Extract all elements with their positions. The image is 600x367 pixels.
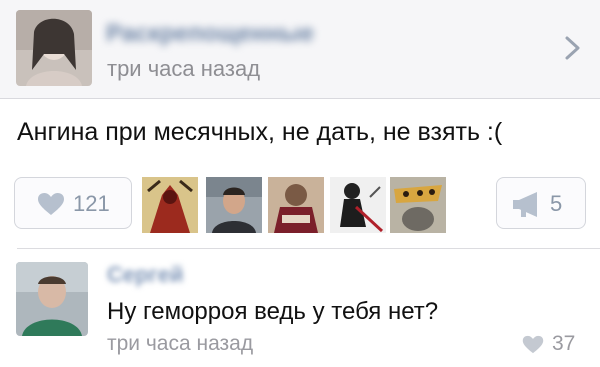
chevron-right-icon[interactable] — [562, 34, 584, 62]
commenter-avatar[interactable] — [16, 262, 88, 336]
like-button[interactable]: 121 — [14, 177, 132, 229]
post-text: Ангина при месячных, не дать, не взять :… — [17, 118, 503, 146]
comment-timestamp: три часа назад — [107, 332, 254, 355]
liker-avatar[interactable] — [142, 177, 198, 233]
like-count: 121 — [73, 191, 110, 216]
repost-count: 5 — [550, 191, 563, 216]
post-actions: 121 5 — [0, 160, 600, 248]
comment-like-count: 37 — [552, 332, 576, 355]
comment-text: Ну геморроя ведь у тебя нет? — [107, 298, 439, 325]
post-timestamp: три часа назад — [107, 56, 261, 81]
megaphone-icon — [513, 192, 537, 217]
community-avatar[interactable] — [16, 10, 92, 86]
vk-post-screen: Раскрепощенные три часа назад Ангина при… — [0, 0, 600, 367]
comment-like-button[interactable]: 37 — [522, 332, 586, 360]
divider — [17, 248, 600, 249]
liker-avatar[interactable] — [268, 177, 324, 233]
liker-avatar[interactable] — [206, 177, 262, 233]
liker-avatar[interactable] — [390, 177, 446, 233]
post-header[interactable]: Раскрепощенные три часа назад — [0, 0, 600, 99]
liker-avatar[interactable] — [330, 177, 386, 233]
repost-button[interactable]: 5 — [496, 177, 586, 229]
heart-icon — [522, 335, 544, 354]
heart-icon — [38, 193, 64, 215]
community-name[interactable]: Раскрепощенные — [106, 20, 314, 48]
commenter-name[interactable]: Сергей — [107, 262, 183, 288]
